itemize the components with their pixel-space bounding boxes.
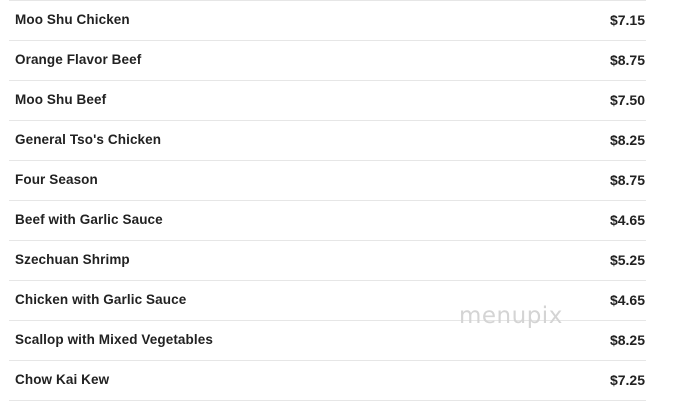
menu-item-price: $8.25 <box>609 132 645 148</box>
menu-item-price: $8.75 <box>609 52 645 68</box>
menu-item-name: Chicken with Garlic Sauce <box>15 292 187 307</box>
menu-item-name: Orange Flavor Beef <box>15 52 142 67</box>
menu-item-row[interactable]: Chicken with Garlic Sauce $4.65 <box>9 281 646 321</box>
menu-item-row[interactable]: Szechuan Shrimp $5.25 <box>9 241 646 281</box>
menu-item-price: $7.15 <box>609 12 645 28</box>
menu-item-row[interactable]: Orange Flavor Beef $8.75 <box>9 41 646 81</box>
menu-item-price: $7.50 <box>609 92 645 108</box>
menu-item-row[interactable]: Moo Shu Beef $7.50 <box>9 81 646 121</box>
menu-item-price: $7.25 <box>609 372 645 388</box>
menu-item-row[interactable]: Moo Shu Chicken $7.15 <box>9 1 646 41</box>
menu-item-row[interactable]: Chow Kai Kew $7.25 <box>9 361 646 401</box>
menu-item-price: $5.25 <box>609 252 645 268</box>
menu-item-name: Moo Shu Chicken <box>15 12 130 27</box>
menu-item-name: Four Season <box>15 172 98 187</box>
menu-item-list: Moo Shu Chicken $7.15 Orange Flavor Beef… <box>9 0 646 401</box>
menu-item-name: Scallop with Mixed Vegetables <box>15 332 213 347</box>
menu-item-price: $8.25 <box>609 332 645 348</box>
menu-item-name: Chow Kai Kew <box>15 372 110 387</box>
menu-item-row[interactable]: Beef with Garlic Sauce $4.65 <box>9 201 646 241</box>
menu-item-name: Beef with Garlic Sauce <box>15 212 163 227</box>
menu-item-row[interactable]: Four Season $8.75 <box>9 161 646 201</box>
menu-item-row[interactable]: General Tso's Chicken $8.25 <box>9 121 646 161</box>
menu-item-name: General Tso's Chicken <box>15 132 162 147</box>
menu-item-price: $4.65 <box>609 212 645 228</box>
menu-item-row[interactable]: Scallop with Mixed Vegetables $8.25 <box>9 321 646 361</box>
menu-item-name: Szechuan Shrimp <box>15 252 130 267</box>
menu-item-price: $8.75 <box>609 172 645 188</box>
menu-item-price: $4.65 <box>609 292 645 308</box>
menu-item-name: Moo Shu Beef <box>15 92 107 107</box>
